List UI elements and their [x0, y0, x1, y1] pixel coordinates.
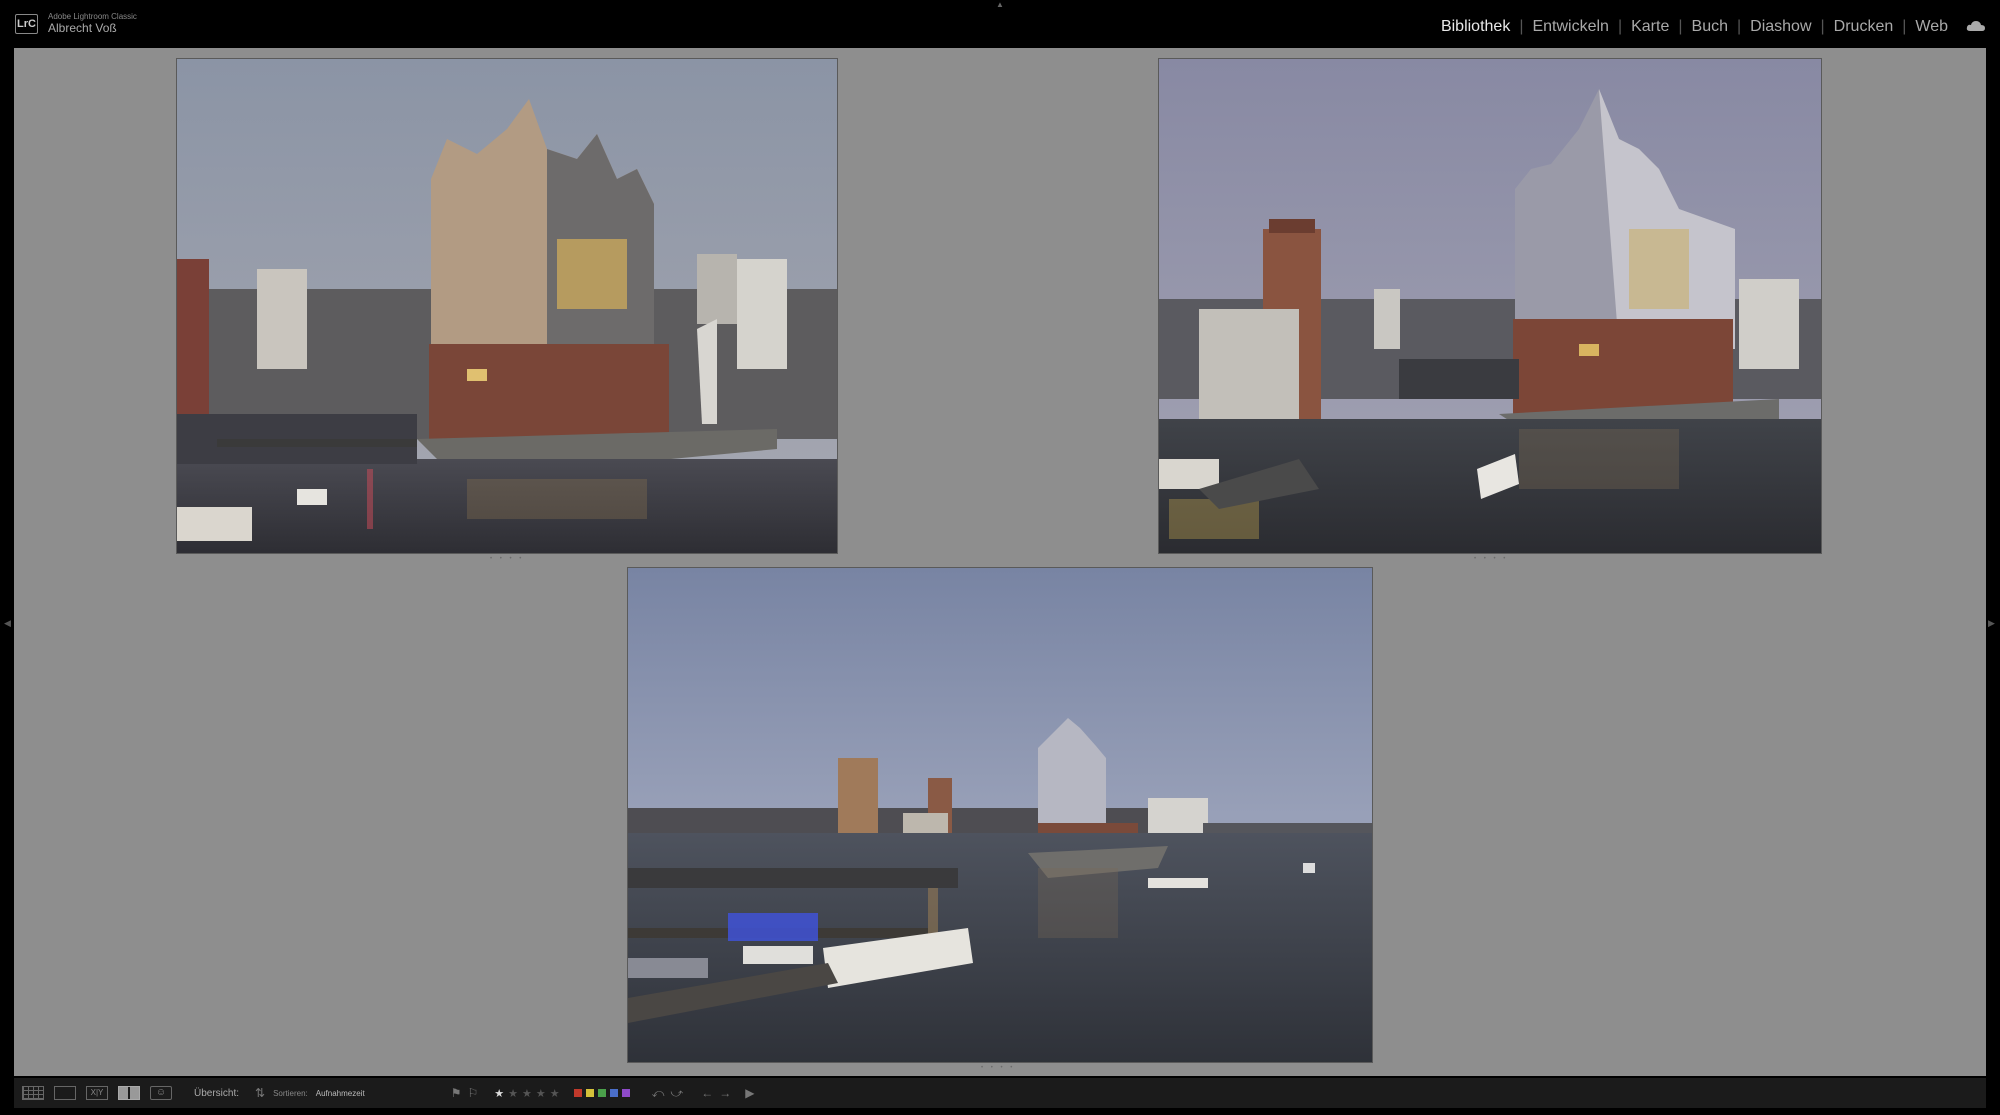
module-separator: |	[1736, 18, 1742, 35]
module-separator: |	[1678, 18, 1683, 35]
color-label-green[interactable]	[597, 1089, 606, 1097]
module-web[interactable]: Web	[1915, 18, 1948, 36]
module-diashow[interactable]: Diashow	[1750, 18, 1811, 36]
color-label-yellow[interactable]	[585, 1089, 594, 1097]
module-separator: |	[1820, 18, 1825, 35]
module-separator: |	[1519, 18, 1524, 35]
module-bibliothek[interactable]: Bibliothek	[1441, 18, 1510, 36]
star-3-icon[interactable]: ★	[522, 1087, 532, 1100]
lightroom-logo: LrC	[15, 14, 38, 34]
color-label-purple[interactable]	[621, 1089, 630, 1097]
sort-direction-icon[interactable]: ⇅	[255, 1086, 265, 1100]
photo-2-rating-dots: • • • •	[1474, 556, 1509, 562]
reject-flag-icon[interactable]: ⚐	[467, 1086, 478, 1100]
survey-photo-3[interactable]	[627, 567, 1373, 1063]
photo-elbphilharmonie-left	[177, 59, 837, 553]
star-1-icon[interactable]: ★	[494, 1087, 504, 1100]
filmstrip-collapsed-bar	[0, 1108, 2000, 1115]
module-separator: |	[1902, 18, 1907, 35]
previous-photo-icon[interactable]: ←	[701, 1086, 713, 1100]
rotate-left-icon[interactable]: ⤺	[652, 1086, 665, 1101]
collapse-top-panel-icon[interactable]: ▲	[995, 0, 1005, 10]
survey-view: • • • • • • • • • • • • ◀ ▶	[4, 48, 1995, 1076]
color-label-blue[interactable]	[609, 1089, 618, 1097]
app-name: Adobe Lightroom Classic	[48, 12, 137, 21]
slideshow-play-icon[interactable]: ▶	[745, 1086, 754, 1100]
module-drucken[interactable]: Drucken	[1834, 18, 1894, 36]
photo-hafen-panorama	[628, 568, 1372, 1062]
star-2-icon[interactable]: ★	[508, 1087, 518, 1100]
star-4-icon[interactable]: ★	[536, 1087, 546, 1100]
next-photo-icon[interactable]: →	[719, 1086, 731, 1100]
survey-view-icon[interactable]	[118, 1086, 140, 1100]
people-view-icon[interactable]: ☺	[150, 1086, 172, 1100]
bottom-toolbar: X|Y ☺ Übersicht: ⇅ Sortieren: Aufnahmeze…	[14, 1078, 1986, 1108]
star-rating[interactable]: ★ ★ ★ ★ ★	[494, 1087, 559, 1100]
module-buch[interactable]: Buch	[1692, 18, 1728, 36]
survey-label: Übersicht:	[194, 1087, 240, 1099]
compare-view-icon[interactable]: X|Y	[86, 1086, 108, 1100]
sort-label: Sortieren:	[273, 1088, 308, 1098]
user-name: Albrecht Voß	[48, 21, 117, 35]
survey-photo-1[interactable]	[176, 58, 838, 554]
module-picker: Bibliothek | Entwickeln | Karte | Buch |…	[1441, 18, 1948, 36]
photo-elbphilharmonie-right	[1159, 59, 1821, 553]
grid-view-icon[interactable]	[22, 1086, 44, 1100]
flag-icon[interactable]: ⚑	[451, 1086, 462, 1100]
color-label-red[interactable]	[573, 1089, 582, 1097]
cloud-sync-icon[interactable]	[1966, 20, 1986, 32]
loupe-view-icon[interactable]	[54, 1086, 76, 1100]
survey-photo-2[interactable]	[1158, 58, 1822, 554]
module-entwickeln[interactable]: Entwickeln	[1532, 18, 1608, 36]
module-separator: |	[1617, 18, 1623, 35]
top-bar: LrC Adobe Lightroom Classic Albrecht Voß…	[0, 0, 2000, 48]
rotate-right-icon[interactable]: ⤻	[670, 1086, 683, 1101]
right-panel-toggle-icon[interactable]: ▶	[1988, 618, 1995, 629]
left-panel-toggle-icon[interactable]: ◀	[4, 618, 11, 629]
module-karte[interactable]: Karte	[1631, 18, 1669, 36]
star-5-icon[interactable]: ★	[550, 1087, 560, 1100]
photo-1-rating-dots: • • • •	[490, 556, 525, 562]
color-labels	[573, 1089, 630, 1097]
sort-order-select[interactable]: Aufnahmezeit	[316, 1089, 365, 1098]
photo-3-rating-dots: • • • •	[981, 1065, 1016, 1071]
